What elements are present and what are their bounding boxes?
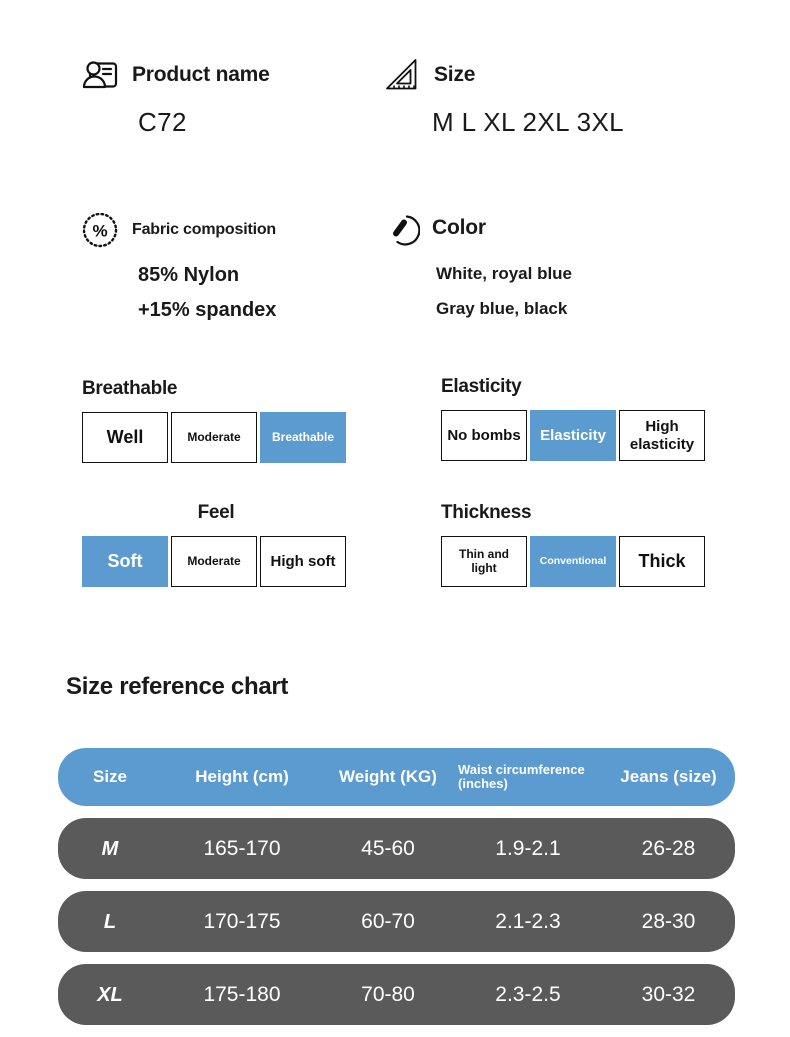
attribute-group-elasticity: Elasticity No bombs Elasticity High elas… — [441, 376, 705, 461]
feature-size: Size M L XL 2XL 3XL — [382, 55, 624, 138]
option-row: Soft Moderate High soft — [82, 536, 350, 587]
option-elasticity-no-bombs[interactable]: No bombs — [441, 410, 527, 461]
option-row: Thin and light Conventional Thick — [441, 536, 705, 587]
attribute-label: Breathable — [82, 378, 178, 399]
feature-header: Size — [382, 55, 624, 95]
cell-waist: 2.1-2.3 — [495, 909, 561, 933]
cell-jeans: 28-30 — [641, 909, 696, 933]
option-elasticity-high-elasticity[interactable]: High elasticity — [619, 410, 705, 461]
fabric-composition-line2: +15% spandex — [138, 299, 277, 321]
cell-weight: 70-80 — [361, 982, 415, 1006]
cell-waist: 1.9-2.1 — [495, 836, 561, 860]
attribute-group-breathable: Breathable Well Moderate Breathable — [82, 378, 346, 463]
product-name-value: C72 — [138, 107, 187, 137]
option-thickness-thick[interactable]: Thick — [619, 536, 705, 587]
color-line1: White, royal blue — [436, 264, 573, 283]
cell-height: 165-170 — [203, 836, 281, 860]
color-line2: Gray blue, black — [436, 299, 568, 318]
column-header-height: Height (cm) — [195, 766, 289, 786]
cell-jeans: 26-28 — [641, 836, 696, 860]
color-swatch-icon — [380, 208, 421, 248]
attribute-label: Feel — [197, 502, 235, 523]
option-breathable-well[interactable]: Well — [82, 412, 168, 463]
cell-weight: 60-70 — [361, 909, 415, 933]
option-row: Well Moderate Breathable — [82, 412, 346, 463]
column-header-waist: Waist circumference (inches) — [458, 761, 585, 791]
attribute-group-thickness: Thickness Thin and light Conventional Th… — [441, 502, 705, 587]
feature-title: Size — [434, 63, 476, 86]
option-feel-high-soft[interactable]: High soft — [260, 536, 346, 587]
cell-waist: 2.3-2.5 — [495, 982, 561, 1006]
column-header-weight: Weight (KG) — [339, 766, 437, 786]
column-header-jeans: Jeans (size) — [620, 766, 717, 786]
size-reference-table: Size Height (cm) Weight (KG) Waist circu… — [58, 748, 735, 1037]
attribute-label: Elasticity — [441, 376, 522, 397]
size-chart-title: Size reference chart — [66, 673, 289, 700]
cell-height: 170-175 — [203, 909, 281, 933]
feature-header: % Fabric composition — [80, 210, 276, 250]
id-card-icon — [80, 55, 120, 95]
attribute-label: Thickness — [441, 502, 532, 523]
option-thickness-conventional[interactable]: Conventional — [530, 536, 616, 587]
size-list-value: M L XL 2XL 3XL — [432, 107, 625, 137]
option-breathable-moderate[interactable]: Moderate — [171, 412, 257, 463]
set-square-ruler-icon — [382, 55, 422, 95]
option-thickness-thin-and-light[interactable]: Thin and light — [441, 536, 527, 587]
column-header-size: Size — [92, 766, 128, 786]
svg-text:%: % — [92, 222, 107, 241]
cell-jeans: 30-32 — [641, 982, 696, 1006]
percent-circle-icon: % — [80, 210, 120, 250]
option-feel-soft[interactable]: Soft — [82, 536, 168, 587]
product-spec-infographic: Product name C72 Size M L XL 2XL 3XL % F… — [0, 0, 790, 1025]
option-elasticity-elasticity[interactable]: Elasticity — [530, 410, 616, 461]
attribute-group-feel: Feel Soft Moderate High soft — [82, 502, 350, 587]
option-feel-moderate[interactable]: Moderate — [171, 536, 257, 587]
table-row: XL 175-180 70-80 2.3-2.5 30-32 — [58, 964, 735, 1025]
cell-weight: 45-60 — [361, 836, 415, 860]
feature-title: Color — [432, 216, 486, 239]
feature-header: Color — [380, 208, 572, 248]
cell-size: XL — [97, 983, 123, 1006]
cell-size: L — [103, 910, 117, 933]
feature-title: Fabric composition — [132, 221, 276, 238]
option-row: No bombs Elasticity High elasticity — [441, 410, 705, 461]
table-row: L 170-175 60-70 2.1-2.3 28-30 — [58, 891, 735, 952]
feature-header: Product name — [80, 55, 270, 95]
feature-fabric-composition: % Fabric composition 85% Nylon +15% span… — [80, 210, 276, 322]
feature-product-name: Product name C72 — [80, 55, 270, 138]
table-header-row: Size Height (cm) Weight (KG) Waist circu… — [58, 748, 735, 806]
fabric-composition-line1: 85% Nylon — [138, 264, 240, 286]
table-row: M 165-170 45-60 1.9-2.1 26-28 — [58, 818, 735, 879]
cell-size: M — [101, 837, 119, 860]
feature-title: Product name — [132, 63, 270, 86]
cell-height: 175-180 — [203, 982, 281, 1006]
feature-color: Color White, royal blue Gray blue, black — [380, 208, 572, 319]
option-breathable-breathable[interactable]: Breathable — [260, 412, 346, 463]
